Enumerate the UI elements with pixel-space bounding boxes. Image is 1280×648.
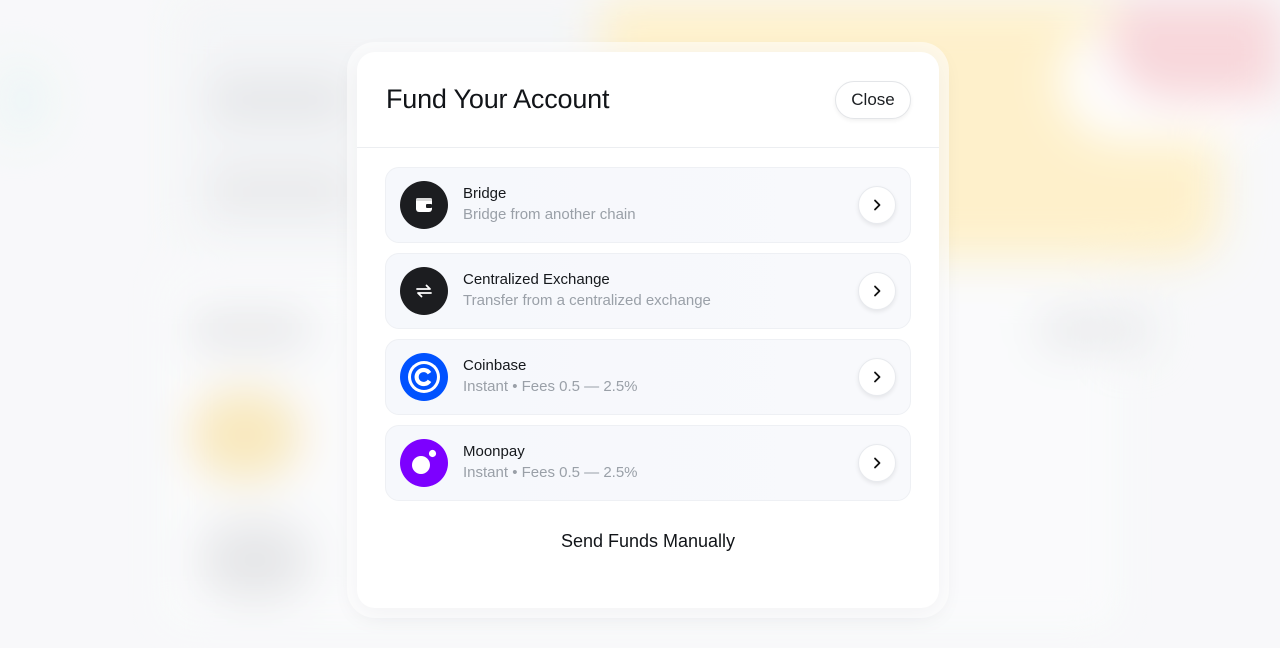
coinbase-logo-icon bbox=[400, 353, 448, 401]
fund-account-modal: Fund Your Account Close Bridge Bridge fr… bbox=[357, 52, 939, 608]
option-centralized-exchange[interactable]: Centralized Exchange Transfer from a cen… bbox=[385, 253, 911, 329]
option-coinbase[interactable]: Coinbase Instant • Fees 0.5 — 2.5% bbox=[385, 339, 911, 415]
modal-title: Fund Your Account bbox=[386, 84, 610, 114]
wallet-icon bbox=[400, 181, 448, 229]
option-title: Bridge bbox=[463, 185, 507, 202]
option-subtitle: Instant • Fees 0.5 — 2.5% bbox=[463, 464, 638, 481]
exchange-arrows-icon bbox=[400, 267, 448, 315]
modal-header: Fund Your Account Close bbox=[357, 52, 939, 148]
close-button[interactable]: Close bbox=[835, 80, 911, 119]
option-subtitle: Bridge from another chain bbox=[463, 206, 636, 223]
option-bridge[interactable]: Bridge Bridge from another chain bbox=[385, 167, 911, 243]
send-funds-manually-link[interactable]: Send Funds Manually bbox=[357, 531, 939, 552]
option-title: Centralized Exchange bbox=[463, 271, 610, 288]
chevron-right-icon[interactable] bbox=[858, 186, 896, 224]
option-title: Moonpay bbox=[463, 443, 525, 460]
option-subtitle: Instant • Fees 0.5 — 2.5% bbox=[463, 378, 638, 395]
funding-options-list: Bridge Bridge from another chain Central… bbox=[357, 148, 939, 501]
chevron-right-icon[interactable] bbox=[858, 358, 896, 396]
option-moonpay[interactable]: Moonpay Instant • Fees 0.5 — 2.5% bbox=[385, 425, 911, 501]
option-title: Coinbase bbox=[463, 357, 527, 374]
chevron-right-icon[interactable] bbox=[858, 444, 896, 482]
chevron-right-icon[interactable] bbox=[858, 272, 896, 310]
moonpay-logo-icon bbox=[400, 439, 448, 487]
option-subtitle: Transfer from a centralized exchange bbox=[463, 292, 711, 309]
